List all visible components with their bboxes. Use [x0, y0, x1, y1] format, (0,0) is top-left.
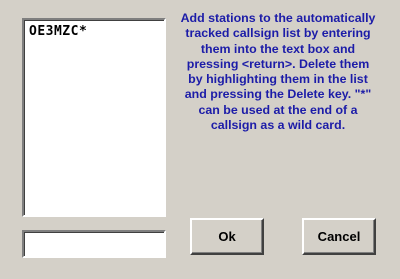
help-text: Add stations to the automatically tracke… — [180, 11, 376, 133]
callsign-input[interactable] — [22, 230, 166, 258]
ok-label-rest: k — [228, 229, 236, 244]
callsign-tracking-dialog: OE3MZC* Add stations to the automaticall… — [0, 0, 400, 279]
ok-button[interactable]: Ok — [190, 218, 264, 255]
cancel-mnemonic: C — [317, 229, 328, 244]
list-item[interactable]: OE3MZC* — [29, 24, 159, 40]
cancel-button[interactable]: Cancel — [302, 218, 376, 255]
callsign-listbox[interactable]: OE3MZC* — [22, 18, 166, 217]
cancel-label-rest: ancel — [327, 229, 361, 244]
ok-mnemonic: O — [218, 229, 229, 244]
